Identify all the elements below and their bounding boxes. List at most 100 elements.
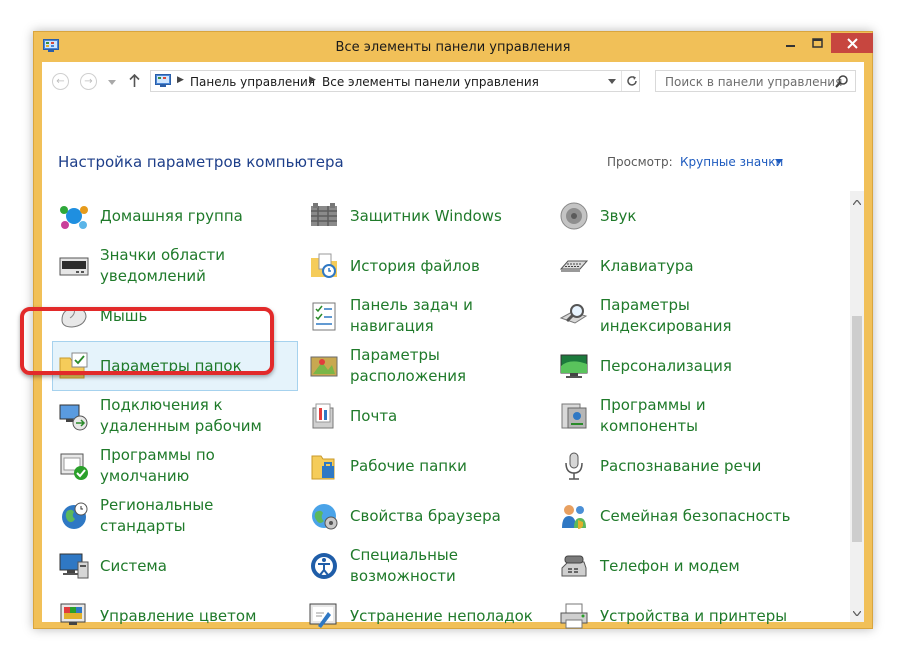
control-panel-item-keyboard[interactable]: Клавиатура [558, 241, 798, 291]
item-label: Рабочие папки [350, 456, 467, 475]
item-label: Параметры индексирования [600, 296, 732, 335]
color-management-icon [60, 603, 86, 625]
item-label: Звук [600, 206, 637, 225]
item-label: Телефон и модем [600, 556, 740, 575]
breadcrumb-separator-icon[interactable]: ▶ [309, 75, 316, 85]
item-label: Подключения к удаленным рабочим [100, 396, 262, 435]
troubleshooting-icon [309, 603, 337, 628]
control-panel-item-microphone[interactable]: Распознавание речи [558, 441, 798, 491]
minimize-button[interactable] [778, 32, 804, 53]
view-dropdown-arrow-icon[interactable] [775, 159, 783, 164]
close-icon [846, 37, 858, 49]
chevron-down-icon [608, 78, 616, 84]
back-arrow-icon: ← [56, 76, 65, 87]
indexing-icon [559, 304, 588, 324]
view-label: Просмотр: [607, 155, 673, 169]
phone-modem-icon [561, 555, 587, 577]
scroll-up-button[interactable] [850, 195, 864, 209]
address-history-button[interactable] [603, 71, 621, 91]
family-safety-icon [562, 505, 586, 529]
ease-of-access-icon [311, 553, 337, 579]
scroll-down-button[interactable] [850, 606, 864, 620]
control-panel-item-location[interactable]: Параметры расположения [308, 341, 548, 391]
speaker-icon [560, 202, 588, 230]
title-bar[interactable]: Все элементы панели управления [34, 32, 873, 62]
keyboard-icon [559, 260, 589, 272]
file-history-icon [311, 253, 337, 278]
view-mode-dropdown[interactable]: Крупные значки [680, 155, 783, 169]
highlight-annotation [20, 307, 274, 375]
item-label: Устранение неполадок [350, 606, 533, 625]
back-button[interactable]: ← [52, 73, 69, 90]
windows-defender-icon [311, 203, 337, 226]
refresh-icon [626, 76, 637, 86]
item-label: История файлов [350, 256, 480, 275]
item-label: Устройства и принтеры [600, 606, 788, 625]
control-panel-item-personalization[interactable]: Персонализация [558, 341, 798, 391]
breadcrumb-control-panel[interactable]: Панель управления [190, 75, 315, 89]
control-panel-item-ease-of-access[interactable]: Специальные возможности [308, 541, 548, 591]
scrollbar-thumb[interactable] [852, 316, 862, 542]
notification-area-icon [59, 257, 89, 276]
search-placeholder: Поиск в панели управления [665, 75, 843, 89]
vertical-scrollbar[interactable] [850, 191, 864, 622]
homegroup-icon [60, 206, 88, 229]
page-heading: Настройка параметров компьютера [58, 153, 344, 171]
control-panel-item-printer[interactable]: Устройства и принтеры [558, 591, 798, 641]
control-panel-item-programs[interactable]: Программы и компоненты [558, 391, 798, 441]
personalization-icon [560, 354, 588, 378]
control-panel-item-homegroup[interactable]: Домашняя группа [58, 191, 298, 241]
chevron-up-icon [853, 199, 861, 205]
address-bar[interactable]: ▶ Панель управления ▶ Все элементы панел… [150, 70, 640, 92]
control-panel-item-phone-modem[interactable]: Телефон и модем [558, 541, 798, 591]
control-panel-icon [155, 74, 171, 87]
control-panel-item-family-safety[interactable]: Семейная безопасность [558, 491, 798, 541]
search-icon[interactable] [835, 74, 849, 88]
control-panel-item-windows-defender[interactable]: Защитник Windows [308, 191, 548, 241]
work-folders-icon [311, 455, 335, 480]
item-label: Региональные стандарты [100, 496, 214, 535]
item-label: Программы и компоненты [600, 396, 706, 435]
item-label: Клавиатура [600, 256, 694, 275]
control-panel-item-troubleshooting[interactable]: Устранение неполадок [308, 591, 548, 641]
control-panel-item-system[interactable]: Система [58, 541, 298, 591]
search-box[interactable]: Поиск в панели управления [655, 70, 856, 92]
item-label: Программы по умолчанию [100, 446, 215, 485]
navigation-bar: ← → ▶ Панель управления ▶ Все элементы п… [42, 62, 864, 100]
system-icon [59, 553, 89, 579]
refresh-button[interactable] [621, 71, 641, 91]
window-title: Все элементы панели управления [335, 40, 571, 55]
item-label: Персонализация [600, 356, 732, 375]
maximize-button[interactable] [804, 32, 831, 53]
item-label: Управление цветом [100, 606, 257, 625]
control-panel-item-color-management[interactable]: Управление цветом [58, 591, 298, 641]
control-panel-item-remote-desktop[interactable]: Подключения к удаленным рабочим [58, 391, 298, 441]
control-panel-item-default-programs[interactable]: Программы по умолчанию [58, 441, 298, 491]
control-panel-item-indexing[interactable]: Параметры индексирования [558, 291, 798, 341]
control-panel-item-notification-area[interactable]: Значки области уведомлений [58, 241, 298, 291]
microphone-icon [565, 452, 583, 480]
breadcrumb-separator-icon[interactable]: ▶ [177, 75, 184, 85]
chevron-down-icon [853, 610, 861, 616]
up-button[interactable] [129, 74, 140, 88]
breadcrumb-all-items[interactable]: Все элементы панели управления [322, 75, 539, 89]
forward-button[interactable]: → [80, 73, 97, 90]
control-panel-item-internet-options[interactable]: Свойства браузера [308, 491, 548, 541]
region-icon [62, 502, 88, 529]
control-panel-item-file-history[interactable]: История файлов [308, 241, 548, 291]
control-panel-item-speaker[interactable]: Звук [558, 191, 798, 241]
control-panel-item-mail[interactable]: Почта [308, 391, 548, 441]
item-label: Распознавание речи [600, 456, 762, 475]
item-label: Специальные возможности [350, 546, 458, 585]
location-icon [310, 356, 338, 377]
close-button[interactable] [831, 33, 873, 53]
programs-icon [561, 403, 587, 429]
recent-pages-chevron-icon[interactable] [108, 80, 116, 85]
control-panel-item-work-folders[interactable]: Рабочие папки [308, 441, 548, 491]
forward-arrow-icon: → [84, 76, 93, 87]
remote-desktop-icon [59, 404, 88, 431]
control-panel-item-taskbar[interactable]: Панель задач и навигация [308, 291, 548, 341]
printer-icon [560, 603, 588, 629]
control-panel-item-region[interactable]: Региональные стандарты [58, 491, 298, 541]
taskbar-icon [312, 302, 336, 331]
